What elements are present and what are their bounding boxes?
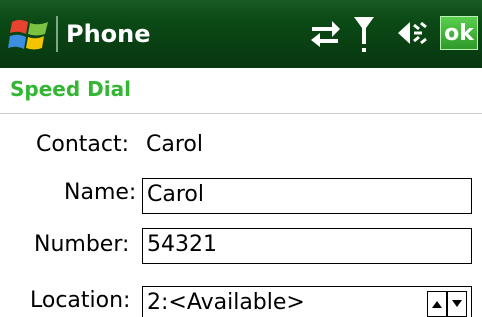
- volume-icon[interactable]: [396, 16, 428, 50]
- contact-label: Contact:: [36, 132, 130, 157]
- contact-value: Carol: [146, 132, 203, 157]
- arrow-up-icon: [432, 301, 442, 308]
- title-separator: [56, 16, 58, 52]
- sync-icon[interactable]: [308, 18, 342, 48]
- arrow-down-icon: [452, 300, 462, 307]
- spin-up-button[interactable]: [427, 291, 447, 317]
- page-title: Speed Dial: [10, 77, 131, 101]
- ok-button[interactable]: ok: [440, 16, 478, 50]
- header-divider: [0, 113, 482, 114]
- phone-screen: Phone ok Speed Dial Contact: Carol Name:…: [0, 0, 482, 317]
- spin-down-button[interactable]: [447, 291, 467, 317]
- name-label: Name:: [64, 180, 137, 205]
- location-value: 2:<Available>: [147, 290, 305, 315]
- name-field[interactable]: Carol: [142, 178, 472, 214]
- app-title: Phone: [66, 20, 151, 48]
- windows-start-icon[interactable]: [6, 12, 54, 56]
- page-header: Speed Dial: [0, 68, 482, 114]
- title-bar: Phone ok: [0, 0, 482, 68]
- signal-icon[interactable]: [352, 14, 376, 54]
- location-picker[interactable]: 2:<Available>: [142, 286, 472, 317]
- location-label: Location:: [30, 288, 131, 313]
- number-field[interactable]: 54321: [142, 228, 472, 264]
- number-label: Number:: [34, 232, 130, 257]
